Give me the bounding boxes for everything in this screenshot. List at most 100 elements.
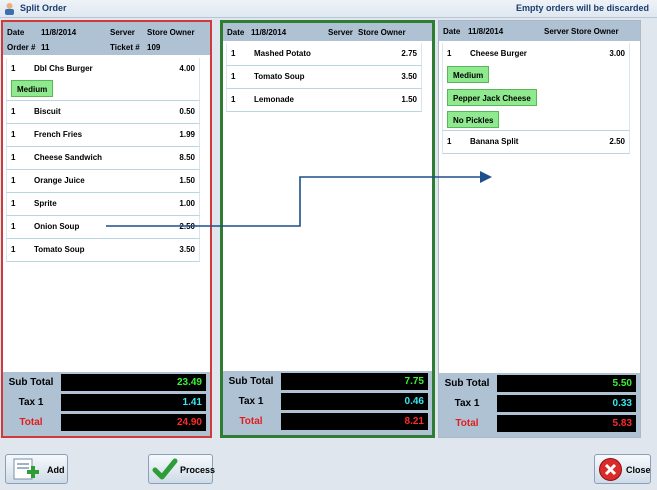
action-bar: Add Process Close	[0, 448, 657, 490]
date-label: Date	[443, 27, 461, 36]
item-name: Cheese Sandwich	[34, 153, 103, 162]
item-price: 2.50	[609, 137, 625, 146]
server-name: Store Owner	[571, 27, 619, 36]
ticket-number: 109	[147, 43, 161, 52]
item-price: 3.50	[401, 72, 417, 81]
modifier-badge[interactable]: Pepper Jack Cheese	[447, 89, 537, 106]
order-date: 11/8/2014	[468, 27, 504, 36]
window-title: Split Order	[20, 3, 67, 13]
modifier-badge[interactable]: Medium	[11, 80, 54, 97]
item-name: Biscuit	[34, 107, 61, 116]
item-qty: 1	[11, 245, 16, 254]
order-item[interactable]: 1 Sprite 1.00	[6, 193, 200, 216]
item-price: 1.99	[179, 130, 195, 139]
add-order-icon	[13, 458, 39, 480]
item-qty: 1	[11, 222, 16, 231]
order-item[interactable]: 1 Mashed Potato 2.75	[226, 43, 422, 66]
date-label: Date	[7, 28, 25, 37]
close-button-label: Close	[626, 465, 651, 475]
process-button-label: Process	[180, 465, 216, 475]
tax-label: Tax 1	[18, 397, 44, 408]
modifier-badge[interactable]: Medium	[447, 66, 490, 83]
date-label: Date	[227, 28, 245, 37]
order-date: 11/8/2014	[251, 28, 287, 37]
tax-value: 0.33	[497, 395, 636, 412]
server-label: Server	[544, 27, 569, 36]
order-item[interactable]: 1 Dbl Chs Burger 4.00 Medium	[6, 58, 200, 101]
order-item[interactable]: 1 Tomato Soup 3.50	[6, 239, 200, 262]
item-name: Mashed Potato	[254, 49, 311, 58]
order-item[interactable]: 1 French Fries 1.99	[6, 124, 200, 147]
item-price: 1.50	[179, 176, 195, 185]
item-price: 1.00	[179, 199, 195, 208]
item-name: Tomato Soup	[254, 72, 305, 81]
item-name: Banana Split	[470, 137, 519, 146]
order-panel-split-1[interactable]: Date 11/8/2014 Server Store Owner 1 Mash…	[220, 20, 435, 438]
item-qty: 1	[11, 130, 16, 139]
item-price: 8.50	[179, 153, 195, 162]
subtotal-label: Sub Total	[8, 377, 54, 388]
item-name: Lemonade	[254, 95, 295, 104]
order-number-label: Order #	[7, 43, 36, 52]
title-bar: Split Order Empty orders will be discard…	[0, 0, 657, 18]
order-totals: Sub Total 5.50 Tax 1 0.33 Total 5.83	[439, 373, 640, 437]
order-header: Date 11/8/2014 Server Store Owner	[439, 21, 640, 41]
total-label: Total	[19, 417, 43, 428]
item-name: Cheese Burger	[470, 49, 527, 58]
item-price: 2.75	[401, 49, 417, 58]
tax-label: Tax 1	[454, 398, 480, 409]
item-name: Orange Juice	[34, 176, 85, 185]
item-price: 3.50	[179, 245, 195, 254]
item-price: 3.00	[609, 49, 625, 58]
order-item[interactable]: 1 Onion Soup 2.50	[6, 216, 200, 239]
order-item[interactable]: 1 Lemonade 1.50	[226, 89, 422, 112]
item-qty: 1	[11, 153, 16, 162]
order-item[interactable]: 1 Tomato Soup 3.50	[226, 66, 422, 89]
add-button[interactable]: Add	[5, 454, 68, 484]
tax-value: 0.46	[281, 393, 428, 410]
order-panel-split-2[interactable]: Date 11/8/2014 Server Store Owner 1 Chee…	[438, 20, 641, 438]
order-date: 11/8/2014	[41, 28, 77, 37]
item-name: Onion Soup	[34, 222, 80, 231]
total-value: 5.83	[497, 415, 636, 432]
process-button[interactable]: Process	[148, 454, 216, 484]
subtotal-value: 23.49	[61, 374, 206, 391]
order-header: Date 11/8/2014 Server Store Owner	[223, 23, 432, 41]
close-button[interactable]: Close	[594, 454, 651, 484]
item-price: 0.50	[179, 107, 195, 116]
item-price: 2.50	[179, 222, 195, 231]
ticket-number-label: Ticket #	[110, 43, 140, 52]
item-name: Dbl Chs Burger	[34, 64, 93, 73]
item-qty: 1	[447, 137, 452, 146]
item-qty: 1	[447, 49, 452, 58]
item-qty: 1	[231, 95, 236, 104]
item-qty: 1	[11, 199, 16, 208]
order-item[interactable]: 1 Cheese Burger 3.00 Medium Pepper Jack …	[442, 43, 630, 131]
order-totals: Sub Total 7.75 Tax 1 0.46 Total 8.21	[223, 371, 432, 435]
total-value: 8.21	[281, 413, 428, 430]
item-name: French Fries	[34, 130, 83, 139]
order-item[interactable]: 1 Cheese Sandwich 8.50	[6, 147, 200, 170]
total-value: 24.90	[61, 414, 206, 431]
item-name: Sprite	[34, 199, 57, 208]
checkmark-icon	[152, 458, 178, 480]
modifier-badge[interactable]: No Pickles	[447, 111, 500, 128]
item-price: 4.00	[179, 64, 195, 73]
server-name: Store Owner	[358, 28, 406, 37]
order-header: Date 11/8/2014 Server Store Owner Order …	[3, 22, 210, 55]
order-item[interactable]: 1 Biscuit 0.50	[6, 101, 200, 124]
total-label: Total	[239, 416, 263, 427]
order-number: 11	[41, 43, 50, 52]
item-qty: 1	[11, 107, 16, 116]
item-price: 1.50	[401, 95, 417, 104]
order-totals: Sub Total 23.49 Tax 1 1.41 Total 24.90	[3, 372, 210, 436]
order-panel-original[interactable]: Date 11/8/2014 Server Store Owner Order …	[1, 20, 212, 438]
order-item[interactable]: 1 Orange Juice 1.50	[6, 170, 200, 193]
item-qty: 1	[231, 72, 236, 81]
subtotal-value: 5.50	[497, 375, 636, 392]
server-label: Server	[110, 28, 135, 37]
item-qty: 1	[231, 49, 236, 58]
subtotal-label: Sub Total	[228, 376, 274, 387]
order-item[interactable]: 1 Banana Split 2.50	[442, 131, 630, 154]
tax-label: Tax 1	[238, 396, 264, 407]
